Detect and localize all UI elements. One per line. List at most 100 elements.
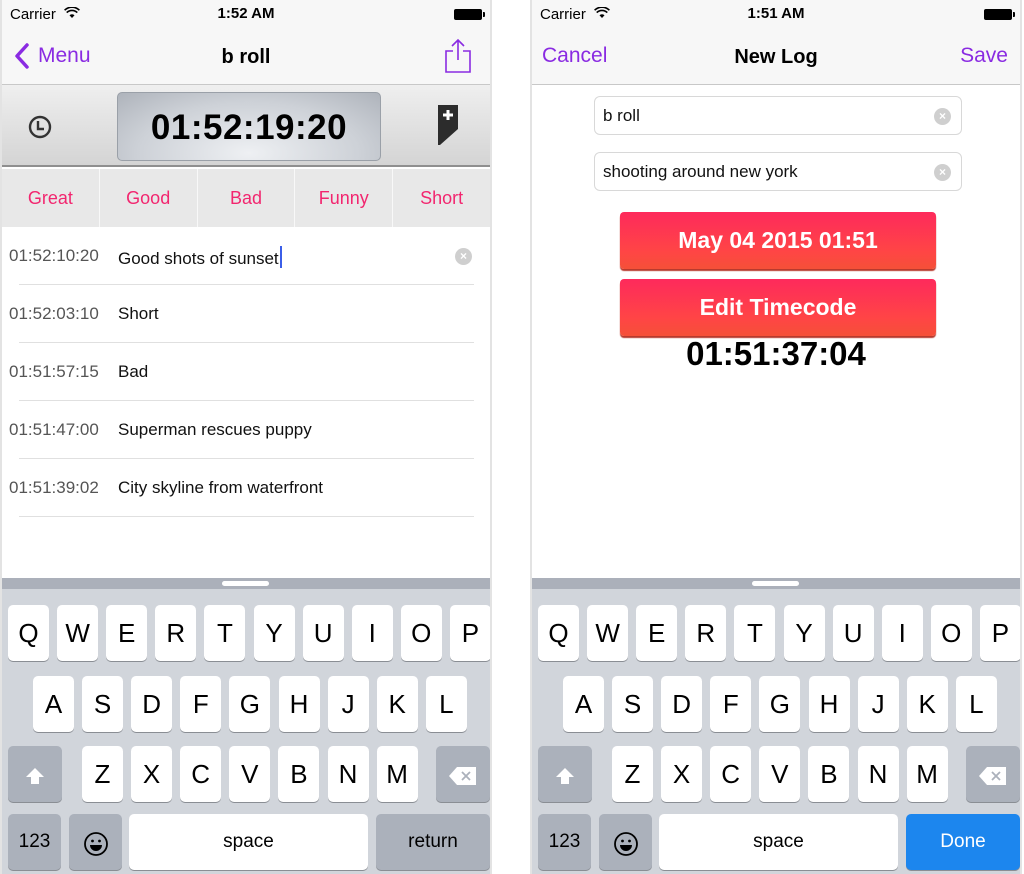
key-f[interactable]: F [180, 676, 222, 732]
tag-button-good[interactable]: Good [100, 169, 198, 227]
numbers-key[interactable]: 123 [8, 814, 61, 870]
key-b[interactable]: B [808, 746, 850, 802]
emoji-key[interactable] [599, 814, 652, 870]
key-w[interactable]: W [57, 605, 99, 661]
key-q[interactable]: Q [8, 605, 49, 661]
key-j[interactable]: J [327, 676, 369, 732]
space-key[interactable]: space [659, 814, 898, 870]
log-name-input[interactable] [603, 97, 923, 134]
key-k[interactable]: K [906, 676, 948, 732]
key-v[interactable]: V [229, 746, 271, 802]
key-a[interactable]: A [563, 676, 604, 732]
keyboard: Q W E R T Y U I O P A S D F G H J K L Z X C V B N M 123 space Done [532, 578, 1020, 874]
space-key[interactable]: space [129, 814, 368, 870]
tag-button-funny[interactable]: Funny [295, 169, 394, 227]
key-o[interactable]: O [930, 605, 972, 661]
add-bookmark-icon[interactable] [438, 105, 458, 145]
log-timecode: 01:51:57:15 [9, 362, 99, 381]
key-a[interactable]: A [33, 676, 74, 732]
key-y[interactable]: Y [253, 605, 295, 661]
shift-key[interactable] [538, 746, 592, 802]
key-j[interactable]: J [857, 676, 899, 732]
share-icon[interactable] [444, 38, 472, 74]
key-n[interactable]: N [857, 746, 899, 802]
key-c[interactable]: C [180, 746, 222, 802]
key-c[interactable]: C [710, 746, 752, 802]
key-k[interactable]: K [376, 676, 418, 732]
key-z[interactable]: Z [612, 746, 653, 802]
key-t[interactable]: T [734, 605, 776, 661]
keyboard-grabber[interactable] [752, 581, 799, 586]
shift-key[interactable] [8, 746, 62, 802]
key-s[interactable]: S [82, 676, 124, 732]
key-m[interactable]: M [376, 746, 418, 802]
log-name-field[interactable]: × [594, 96, 962, 135]
key-x[interactable]: X [131, 746, 173, 802]
tag-button-short[interactable]: Short [393, 169, 490, 227]
keyboard-handle-bar[interactable] [2, 578, 490, 589]
key-w[interactable]: W [587, 605, 629, 661]
key-g[interactable]: G [759, 676, 801, 732]
tag-button-bad[interactable]: Bad [198, 169, 296, 227]
key-z[interactable]: Z [82, 746, 123, 802]
key-e[interactable]: E [636, 605, 678, 661]
log-text-input[interactable]: Good shots of sunset [118, 246, 282, 269]
date-button[interactable]: May 04 2015 01:51 [620, 212, 936, 269]
timecode-display: 01:52:19:20 [117, 92, 381, 161]
key-u[interactable]: U [832, 605, 874, 661]
key-e[interactable]: E [106, 605, 148, 661]
log-row-editing[interactable]: 01:52:10:20 Good shots of sunset × [2, 227, 490, 285]
log-description-field[interactable]: × [594, 152, 962, 191]
log-row[interactable]: 01:51:47:00 Superman rescues puppy [2, 401, 490, 459]
key-h[interactable]: H [278, 676, 320, 732]
keyboard-handle-bar[interactable] [532, 578, 1020, 589]
key-l[interactable]: L [425, 676, 467, 732]
key-d[interactable]: D [661, 676, 703, 732]
return-key[interactable]: return [376, 814, 490, 870]
key-p[interactable]: P [979, 605, 1020, 661]
key-v[interactable]: V [759, 746, 801, 802]
edit-timecode-button[interactable]: Edit Timecode [620, 279, 936, 336]
keyboard-grabber[interactable] [222, 581, 269, 586]
log-row[interactable]: 01:51:57:15 Bad [2, 343, 490, 401]
emoji-icon [613, 832, 638, 857]
delete-key[interactable] [966, 746, 1020, 802]
log-row[interactable]: 01:52:03:10 Short [2, 285, 490, 343]
log-row[interactable]: 01:51:39:02 City skyline from waterfront [2, 459, 490, 517]
key-r[interactable]: R [155, 605, 197, 661]
key-x[interactable]: X [661, 746, 703, 802]
numbers-key[interactable]: 123 [538, 814, 591, 870]
key-s[interactable]: S [612, 676, 654, 732]
key-h[interactable]: H [808, 676, 850, 732]
key-n[interactable]: N [327, 746, 369, 802]
key-p[interactable]: P [449, 605, 490, 661]
key-f[interactable]: F [710, 676, 752, 732]
log-text: Superman rescues puppy [118, 420, 312, 439]
emoji-key[interactable] [69, 814, 122, 870]
key-m[interactable]: M [906, 746, 948, 802]
key-o[interactable]: O [400, 605, 442, 661]
key-i[interactable]: I [351, 605, 393, 661]
backspace-icon [979, 767, 1006, 786]
key-r[interactable]: R [685, 605, 727, 661]
key-q[interactable]: Q [538, 605, 579, 661]
clear-text-icon[interactable]: × [934, 108, 951, 125]
key-t[interactable]: T [204, 605, 246, 661]
key-u[interactable]: U [302, 605, 344, 661]
clear-text-icon[interactable]: × [455, 248, 472, 265]
key-b[interactable]: B [278, 746, 320, 802]
status-bar: Carrier 1:51 AM [532, 0, 1020, 30]
delete-key[interactable] [436, 746, 490, 802]
log-description-input[interactable] [603, 153, 923, 190]
done-key[interactable]: Done [906, 814, 1020, 870]
tag-button-great[interactable]: Great [2, 169, 100, 227]
save-button[interactable]: Save [960, 44, 1008, 68]
key-d[interactable]: D [131, 676, 173, 732]
key-y[interactable]: Y [783, 605, 825, 661]
key-l[interactable]: L [955, 676, 997, 732]
key-i[interactable]: I [881, 605, 923, 661]
clock-icon[interactable] [28, 115, 52, 139]
clear-text-icon[interactable]: × [934, 164, 951, 181]
key-g[interactable]: G [229, 676, 271, 732]
page-title: b roll [221, 46, 271, 68]
